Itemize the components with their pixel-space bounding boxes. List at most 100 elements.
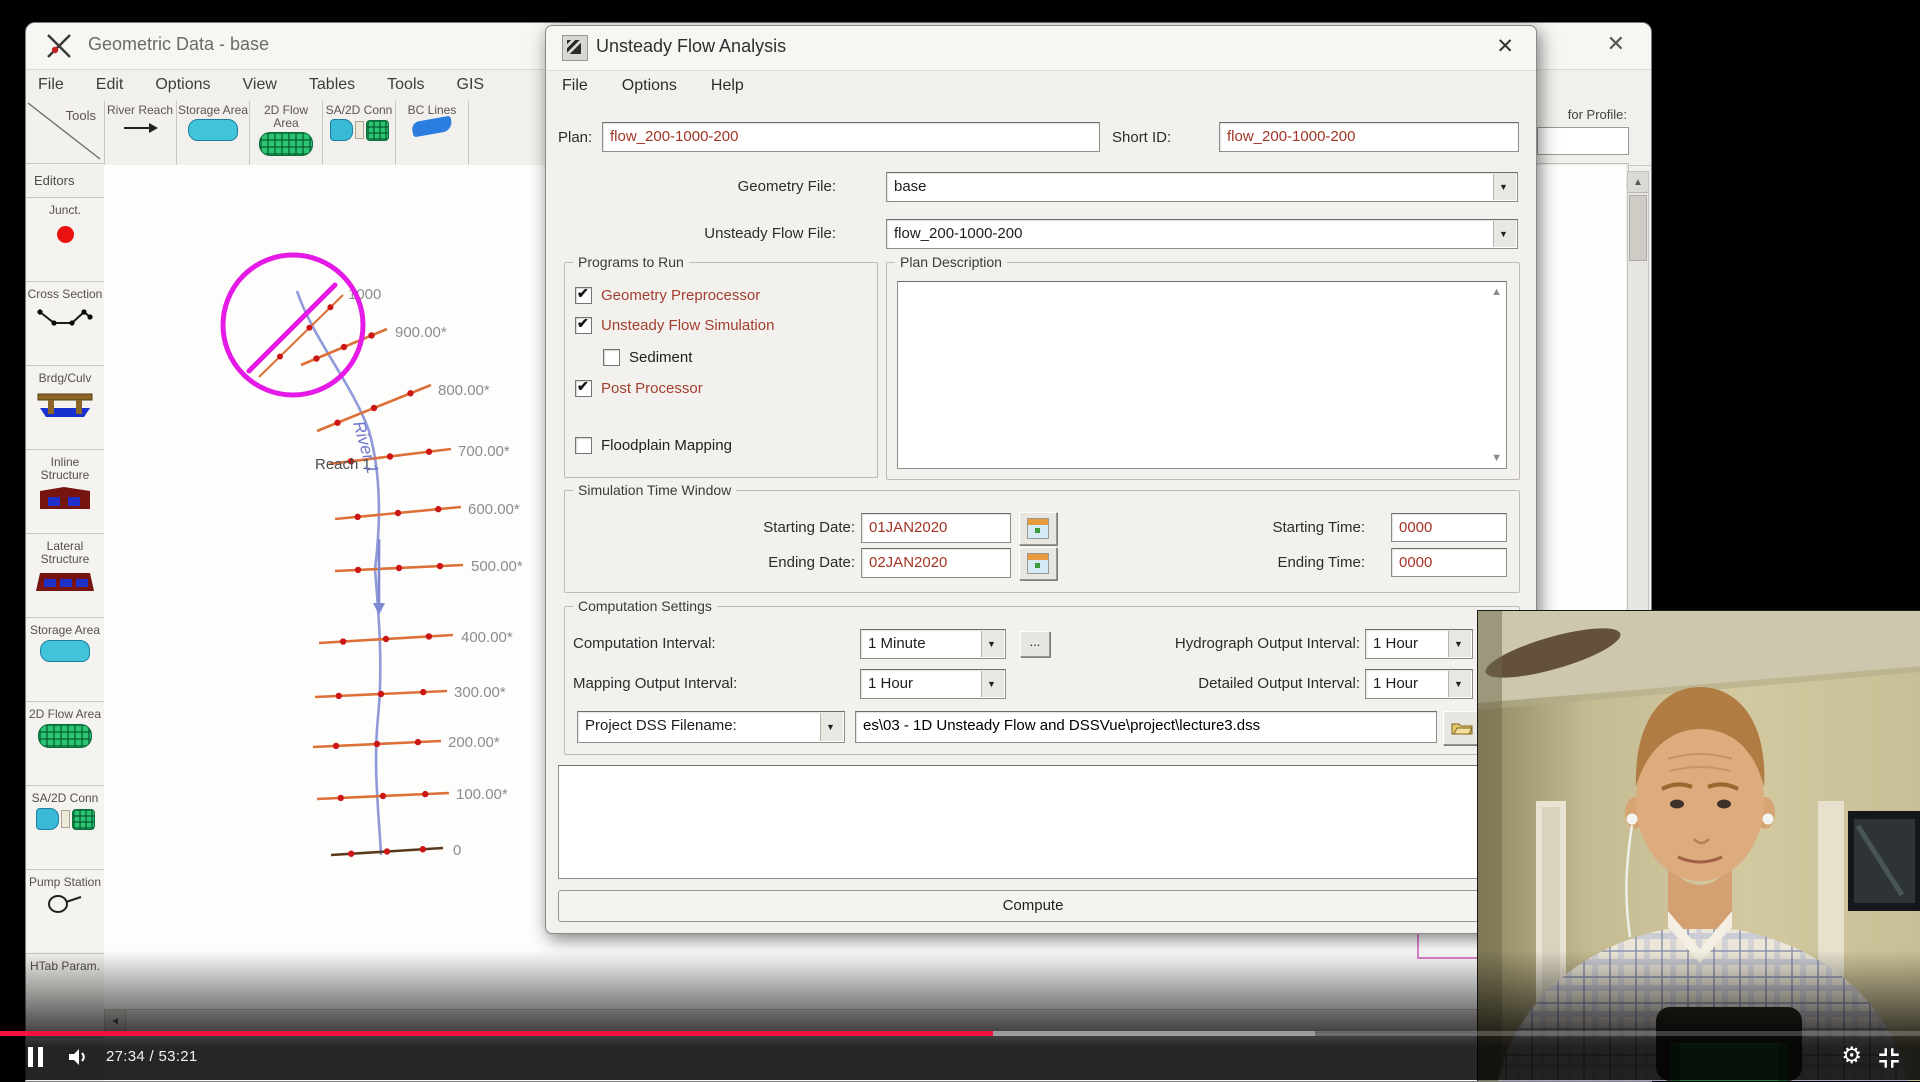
short-id-input[interactable]: flow_200-1000-200: [1219, 122, 1519, 152]
short-id-label: Short ID:: [1112, 129, 1171, 146]
scroll-up-icon[interactable]: ▲: [1628, 172, 1648, 193]
toolbar-river-reach[interactable]: River Reach: [104, 101, 177, 165]
hydrograph-interval-dropdown[interactable]: 1 Hour: [1365, 629, 1473, 659]
unsteady-file-dropdown[interactable]: flow_200-1000-200: [886, 219, 1518, 249]
editor-brdg-culv[interactable]: Brdg/Culv: [26, 366, 104, 450]
plan-label: Plan:: [558, 129, 592, 146]
toolbar-storage-area[interactable]: Storage Area: [177, 101, 250, 165]
chevron-down-icon[interactable]: [1493, 174, 1516, 200]
dss-filename-input[interactable]: es\03 - 1D Unsteady Flow and DSSVue\proj…: [855, 711, 1437, 743]
time-window-group: Simulation Time Window Starting Date: 01…: [564, 490, 1520, 593]
editor-cross-section[interactable]: Cross Section: [26, 282, 104, 366]
svg-text:200.00*: 200.00*: [448, 734, 500, 751]
programs-group-label: Programs to Run: [573, 254, 689, 270]
scroll-up-icon[interactable]: ▲: [1491, 286, 1502, 298]
program-floodplain-mapping[interactable]: Floodplain Mapping: [575, 435, 732, 455]
vertical-scroll-thumb[interactable]: [1629, 195, 1647, 261]
sidebar-tools-cell[interactable]: Tools: [26, 101, 104, 164]
scroll-down-icon[interactable]: ▼: [1491, 452, 1502, 464]
svg-text:600.00*: 600.00*: [468, 501, 520, 518]
unsteady-flow-dialog: Unsteady Flow Analysis ✕ FileOptionsHelp…: [545, 25, 1537, 934]
chevron-down-icon[interactable]: [820, 713, 843, 741]
chevron-down-icon[interactable]: [981, 671, 1004, 697]
checked-checkbox-icon[interactable]: [575, 380, 592, 397]
checked-checkbox-icon[interactable]: [575, 317, 592, 334]
dialog-close-button[interactable]: ✕: [1496, 34, 1514, 59]
dialog-menu-help[interactable]: Help: [711, 77, 744, 95]
starting-date-input[interactable]: 01JAN2020: [861, 513, 1011, 543]
svg-text:100.00*: 100.00*: [456, 786, 508, 803]
geometry-file-dropdown[interactable]: base: [886, 172, 1518, 202]
programs-group: Programs to Run Geometry PreprocessorUns…: [564, 262, 878, 478]
tools-cell-label: Tools: [66, 109, 96, 122]
editor-inline-structure[interactable]: Inline Structure: [26, 450, 104, 534]
chevron-down-icon[interactable]: [1448, 671, 1471, 697]
calendar-icon[interactable]: [1019, 547, 1057, 580]
open-folder-icon[interactable]: [1443, 711, 1481, 745]
ending-time-input[interactable]: 0000: [1391, 548, 1507, 577]
starting-time-label: Starting Time:: [1165, 519, 1365, 536]
compute-button[interactable]: Compute: [558, 890, 1508, 922]
editor-lateral-structure[interactable]: Lateral Structure: [26, 534, 104, 618]
editor-pump-station[interactable]: Pump Station: [26, 870, 104, 954]
checked-checkbox-icon[interactable]: [575, 287, 592, 304]
geo-menu-options[interactable]: Options: [155, 76, 210, 94]
chevron-down-icon[interactable]: [1448, 631, 1471, 657]
svg-text:800.00*: 800.00*: [438, 382, 490, 399]
program-sediment[interactable]: Sediment: [603, 347, 692, 367]
inline-structure-icon: [36, 485, 94, 518]
detailed-interval-dropdown[interactable]: 1 Hour: [1365, 669, 1473, 699]
profile-label: for Profile:: [1568, 107, 1627, 122]
computation-interval-dropdown[interactable]: 1 Minute: [860, 629, 1006, 659]
computation-settings-label: Computation Settings: [573, 598, 717, 614]
calendar-icon[interactable]: [1019, 512, 1057, 545]
volume-icon[interactable]: [64, 1045, 92, 1074]
profile-dropdown[interactable]: [1537, 127, 1629, 155]
editor-junct[interactable]: Junct.: [26, 198, 104, 282]
program-unsteady-flow-simulation[interactable]: Unsteady Flow Simulation: [575, 315, 774, 335]
geo-menu-file[interactable]: File: [38, 76, 64, 94]
program-geometry-preprocessor[interactable]: Geometry Preprocessor: [575, 285, 760, 305]
program-post-processor[interactable]: Post Processor: [575, 378, 703, 398]
sa-2d-conn-icon: [36, 808, 95, 830]
svg-text:700.00*: 700.00*: [458, 443, 510, 460]
unchecked-checkbox-icon[interactable]: [575, 437, 592, 454]
starting-date-label: Starting Date:: [605, 519, 855, 536]
unchecked-checkbox-icon[interactable]: [603, 349, 620, 366]
toolbar-2d-flow-area[interactable]: 2D Flow Area: [250, 101, 323, 165]
plan-input[interactable]: flow_200-1000-200: [602, 122, 1100, 152]
dss-filename-combo[interactable]: Project DSS Filename:: [577, 711, 845, 743]
starting-time-input[interactable]: 0000: [1391, 513, 1507, 542]
plan-description-group: Plan Description ▲ ▼: [886, 262, 1520, 480]
plan-description-textarea[interactable]: ▲ ▼: [897, 281, 1507, 469]
ending-date-input[interactable]: 02JAN2020: [861, 548, 1011, 578]
interval-more-button[interactable]: ...: [1020, 631, 1050, 657]
editor-storage-area[interactable]: Storage Area: [26, 618, 104, 702]
exit-fullscreen-icon[interactable]: [1876, 1045, 1902, 1076]
geo-menu-gis[interactable]: GIS: [457, 76, 485, 94]
chevron-down-icon[interactable]: [981, 631, 1004, 657]
editor-2d-flow-area[interactable]: 2D Flow Area: [26, 702, 104, 786]
ending-time-label: Ending Time:: [1165, 554, 1365, 571]
toolbar-bc-lines[interactable]: BC Lines: [396, 101, 469, 165]
geo-menu-edit[interactable]: Edit: [96, 76, 124, 94]
flow-area-2d-icon: [38, 724, 92, 748]
geo-menu-tables[interactable]: Tables: [309, 76, 355, 94]
dialog-menu-options[interactable]: Options: [622, 77, 677, 95]
window-close-button[interactable]: ✕: [1607, 31, 1625, 57]
geometry-file-label: Geometry File:: [646, 178, 836, 195]
video-frame: Geometric Data - base ✕ FileEditOptionsV…: [0, 0, 1920, 1080]
computation-message-box: [558, 765, 1508, 879]
svg-text:400.00*: 400.00*: [461, 629, 513, 646]
toolbar-sa-2d-conn[interactable]: SA/2D Conn: [323, 101, 396, 165]
geo-menu-view[interactable]: View: [243, 76, 277, 94]
dialog-menu-file[interactable]: File: [562, 77, 588, 95]
mapping-interval-dropdown[interactable]: 1 Hour: [860, 669, 1006, 699]
mapping-interval-label: Mapping Output Interval:: [573, 675, 737, 692]
seek-bar[interactable]: [0, 1031, 1920, 1036]
chevron-down-icon[interactable]: [1493, 221, 1516, 247]
pause-icon[interactable]: [28, 1047, 44, 1067]
gear-icon[interactable]: ⚙: [1841, 1043, 1862, 1069]
geo-menu-tools[interactable]: Tools: [387, 76, 424, 94]
editor-sa-2d-conn[interactable]: SA/2D Conn: [26, 786, 104, 870]
